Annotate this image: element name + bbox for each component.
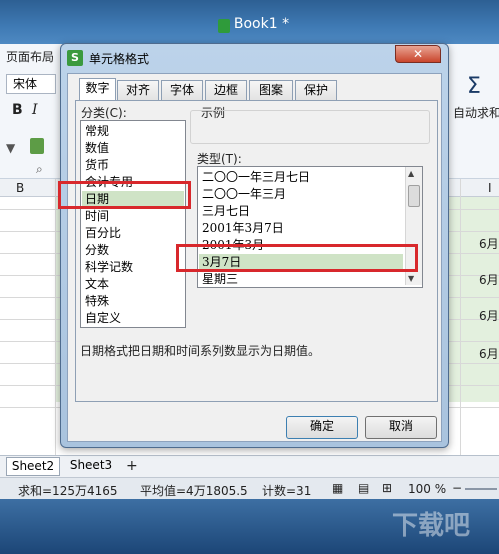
tab-protection[interactable]: 保护	[295, 80, 337, 101]
column-header-i[interactable]: I	[488, 181, 492, 195]
category-item[interactable]: 时间	[85, 208, 109, 224]
tab-number[interactable]: 数字	[79, 78, 116, 102]
scroll-thumb[interactable]	[408, 185, 420, 207]
ok-button[interactable]: 确定	[286, 416, 358, 439]
sheet-tabs-bar: Sheet2 Sheet3 +	[0, 455, 499, 477]
status-count: 计数=31	[262, 484, 312, 498]
category-item[interactable]: 常规	[85, 123, 109, 139]
cancel-button[interactable]: 取消	[365, 416, 437, 439]
category-item[interactable]: 百分比	[85, 225, 121, 241]
dialog-title: 单元格格式	[89, 52, 150, 66]
tab-page-layout[interactable]: 页面布局	[6, 48, 54, 65]
tab-pattern[interactable]: 图案	[249, 80, 293, 101]
category-item[interactable]: 文本	[85, 276, 109, 292]
watermark: 下载吧	[392, 511, 471, 541]
zoom-icon[interactable]: ⌕	[36, 162, 43, 177]
bold-button[interactable]: B	[12, 102, 23, 118]
cell-value[interactable]: 6月	[479, 235, 499, 252]
tab-font[interactable]: 字体	[161, 80, 203, 101]
font-name-select[interactable]: 宋体	[6, 74, 56, 94]
page-layout-icon[interactable]: ▤	[358, 481, 369, 495]
type-label: 类型(T):	[197, 152, 242, 166]
sample-groupbox	[190, 110, 430, 144]
status-sum: 求和=125万4165	[18, 484, 118, 498]
category-listbox[interactable]: 常规 数值 货币 会计专用 日期 时间 百分比 分数 科学记数 文本 特殊 自定…	[80, 120, 186, 328]
sum-icon[interactable]: Σ	[467, 74, 481, 99]
app-title: Book1 *	[233, 16, 290, 32]
tab-alignment[interactable]: 对齐	[117, 80, 159, 101]
cell-value[interactable]: 6月2	[479, 345, 499, 362]
status-average: 平均值=4万1805.5	[140, 484, 248, 498]
add-sheet-button[interactable]: +	[126, 458, 138, 474]
autosum-button[interactable]: 自动求和	[453, 104, 499, 121]
category-item[interactable]: 分数	[85, 242, 109, 258]
category-item[interactable]: 货币	[85, 157, 109, 173]
sheet-tab-sheet2[interactable]: Sheet2	[6, 457, 60, 476]
type-item[interactable]: 二〇〇一年三月	[202, 186, 286, 202]
column-header-b[interactable]: B	[16, 181, 24, 195]
sheet-tab-sheet3[interactable]: Sheet3	[64, 457, 118, 476]
zoom-level[interactable]: 100 %	[408, 482, 446, 496]
dropdown-arrow-icon[interactable]: ▼	[6, 141, 15, 155]
paste-icon[interactable]	[30, 138, 44, 154]
type-item[interactable]: 二〇〇一年三月七日	[202, 169, 310, 185]
scroll-up-icon[interactable]: ▲	[408, 169, 414, 178]
dialog-app-icon: S	[67, 50, 83, 66]
category-item[interactable]: 自定义	[85, 310, 121, 326]
page-break-icon[interactable]: ⊞	[382, 481, 392, 495]
scroll-down-icon[interactable]: ▼	[408, 274, 414, 283]
type-item[interactable]: 星期三	[202, 271, 238, 287]
format-description: 日期格式把日期和时间系列数显示为日期值。	[80, 344, 321, 358]
zoom-out-icon[interactable]: −	[452, 481, 462, 495]
cell-value[interactable]: 6月	[479, 271, 499, 288]
type-item[interactable]: 2001年3月7日	[202, 220, 284, 236]
windows-taskbar: 下载吧	[0, 499, 499, 554]
type-item[interactable]: 三月七日	[202, 203, 250, 219]
status-bar: 求和=125万4165 平均值=4万1805.5 计数=31 ▦ ▤ ⊞ 100…	[0, 477, 499, 499]
close-button[interactable]: ✕	[395, 45, 441, 63]
category-label: 分类(C):	[81, 106, 127, 120]
zoom-slider[interactable]	[465, 488, 497, 490]
highlight-category	[58, 181, 191, 209]
highlight-type	[176, 244, 418, 272]
italic-button[interactable]: I	[32, 102, 38, 118]
cell-value[interactable]: 6月2	[479, 307, 499, 324]
category-item[interactable]: 科学记数	[85, 259, 133, 275]
normal-view-icon[interactable]: ▦	[332, 481, 343, 495]
category-item[interactable]: 数值	[85, 140, 109, 156]
tab-border[interactable]: 边框	[205, 80, 247, 101]
category-item[interactable]: 特殊	[85, 293, 109, 309]
